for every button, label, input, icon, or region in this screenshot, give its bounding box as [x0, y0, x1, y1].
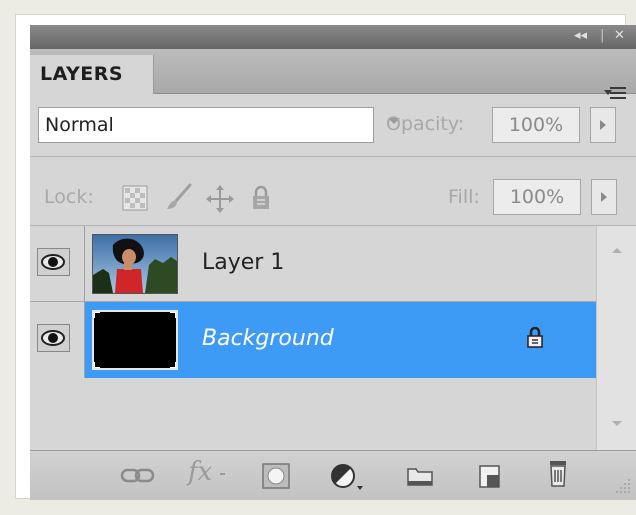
layer-thumbnail	[92, 234, 178, 294]
visibility-toggle[interactable]	[37, 324, 70, 352]
black-thumbnail	[93, 311, 177, 369]
lock-all-icon[interactable]	[250, 185, 272, 211]
panel-title-bar: ◂◂ | ✕	[30, 25, 636, 49]
layer-thumbnail	[92, 310, 178, 370]
visibility-cell[interactable]	[30, 226, 85, 302]
blend-options-row: Normal Opacity: 100%	[30, 94, 636, 154]
layer-name[interactable]: Layer 1	[202, 250, 284, 275]
title-divider: |	[600, 28, 605, 43]
divider	[30, 156, 636, 157]
layers-toolbar: fx	[30, 450, 636, 500]
layers-panel: ◂◂ | ✕ LAYERS Normal Opacity: 100% Lock:	[30, 25, 636, 500]
visibility-cell[interactable]	[30, 302, 85, 378]
tab-layers[interactable]: LAYERS	[30, 55, 154, 94]
layer-name[interactable]: Background	[202, 326, 334, 351]
lock-row: Lock: Fill: 100%	[30, 158, 636, 224]
trash-icon[interactable]	[546, 459, 570, 489]
fx-dropdown-mark	[220, 473, 225, 475]
collapse-panel-icon[interactable]: ◂◂	[574, 28, 587, 43]
close-panel-icon[interactable]: ✕	[614, 28, 625, 43]
fx-icon[interactable]: fx	[188, 457, 212, 487]
resize-grip-icon[interactable]	[614, 477, 632, 495]
lock-transparent-pixels-icon[interactable]	[122, 185, 148, 211]
photo-thumbnail	[93, 235, 177, 293]
new-layer-icon[interactable]	[478, 463, 502, 489]
lock-image-pixels-icon[interactable]	[164, 182, 194, 212]
opacity-label: Opacity:	[386, 113, 465, 135]
lock-label: Lock:	[44, 186, 94, 208]
tab-strip: LAYERS	[30, 49, 636, 99]
opacity-slider-button[interactable]	[590, 107, 616, 143]
layers-empty-area	[30, 378, 596, 450]
eye-icon	[41, 330, 65, 346]
fill-slider-button[interactable]	[591, 179, 617, 215]
layer-mask-icon[interactable]	[262, 463, 290, 489]
scroll-up-icon[interactable]	[612, 248, 622, 253]
blend-mode-select[interactable]: Normal	[38, 107, 400, 143]
visibility-toggle[interactable]	[37, 248, 70, 276]
blend-mode-value: Normal	[45, 114, 114, 136]
layer-row[interactable]: Background	[30, 302, 596, 378]
link-layers-icon[interactable]	[120, 467, 156, 485]
eye-icon	[41, 254, 65, 270]
group-folder-icon[interactable]	[406, 465, 434, 487]
lock-position-icon[interactable]	[206, 185, 234, 213]
layers-scrollbar[interactable]	[596, 226, 636, 450]
fill-label: Fill:	[448, 186, 480, 208]
opacity-field[interactable]: 100%	[492, 107, 580, 143]
layer-row[interactable]: Layer 1	[30, 226, 596, 302]
adjustment-layer-icon[interactable]	[330, 463, 364, 493]
lock-icon	[527, 326, 543, 348]
scroll-down-icon[interactable]	[612, 421, 622, 426]
fill-field[interactable]: 100%	[493, 179, 581, 215]
layers-list: Layer 1 Background	[30, 226, 596, 450]
